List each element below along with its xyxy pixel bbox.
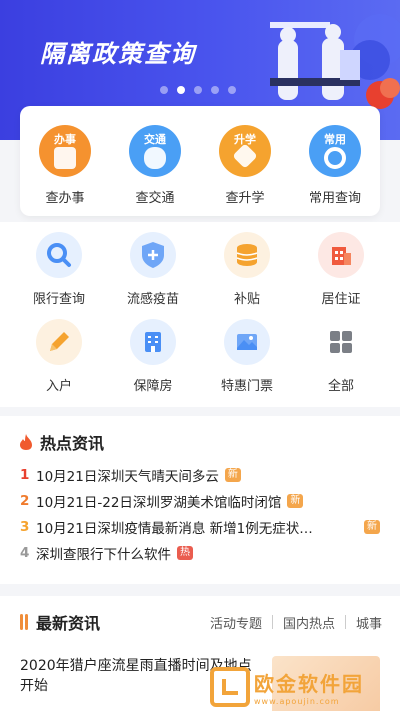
banner-title: 隔离政策查询: [40, 40, 196, 68]
service-residence-permit[interactable]: 居住证: [301, 232, 381, 307]
hot-news-section: 热点资讯 1 10月21日深圳天气晴天间多云新 2 10月21日-22日深圳罗湖美术馆…: [0, 416, 400, 584]
tile-tag: 办事: [54, 133, 76, 146]
hot-news-text: 10月21日-22日深圳罗湖美术馆临时闭馆: [36, 495, 282, 511]
apartment-icon: [130, 319, 176, 365]
tile-tag: 交通: [144, 133, 166, 146]
quick-tile-label: 常用查询: [308, 191, 361, 206]
service-affordable-housing[interactable]: 保障房: [113, 319, 193, 394]
book-stack-icon: 升学: [219, 125, 271, 177]
tab-activity[interactable]: 活动专题: [210, 613, 262, 632]
service-discount-tickets[interactable]: 特惠门票: [207, 319, 287, 394]
hot-news-item[interactable]: 1 10月21日深圳天气晴天间多云新: [20, 462, 400, 488]
new-badge: 新: [364, 520, 380, 534]
flame-icon: [20, 434, 32, 450]
service-label: 全部: [327, 379, 354, 394]
carousel-dot[interactable]: [228, 86, 236, 94]
new-badge: 新: [224, 468, 241, 482]
service-flu-vaccine[interactable]: 流感疫苗: [113, 232, 193, 307]
latest-news-title: 最新资讯: [36, 614, 101, 633]
hot-news-text: 深圳查限行下什么软件: [36, 547, 171, 563]
hot-news-rank: 1: [20, 467, 30, 483]
hot-news-rank: 2: [20, 493, 30, 509]
quick-tile-traffic[interactable]: 交通 查交通: [115, 125, 195, 216]
service-label: 流感疫苗: [126, 292, 179, 307]
medical-shield-icon: [130, 232, 176, 278]
document-icon: 办事: [39, 125, 91, 177]
grid-icon: [318, 319, 364, 365]
carousel-dot[interactable]: [160, 86, 168, 94]
hot-news-item[interactable]: 3 10月21日深圳疫情最新消息 新增1例无症状… 新: [20, 514, 400, 540]
hot-news-rank: 4: [20, 545, 30, 561]
service-label: 保障房: [133, 379, 173, 394]
carousel-indicator[interactable]: [160, 86, 236, 94]
service-subsidy[interactable]: 补贴: [207, 232, 287, 307]
service-traffic-restriction[interactable]: 限行查询: [19, 232, 99, 307]
hot-news-rank: 3: [20, 519, 30, 535]
carousel-dot[interactable]: [211, 86, 219, 94]
carousel-dot-active[interactable]: [177, 86, 185, 94]
quick-tile-label: 查办事: [45, 191, 85, 206]
service-label: 特惠门票: [220, 379, 273, 394]
quick-tile-common[interactable]: 常用 常用查询: [295, 125, 375, 216]
quick-tile-affairs[interactable]: 办事 查办事: [25, 125, 105, 216]
bus-icon: 交通: [129, 125, 181, 177]
watermark-text: 欧金软件园: [254, 671, 364, 696]
hot-news-item[interactable]: 4 深圳查限行下什么软件热: [20, 540, 400, 566]
service-label: 入户: [45, 379, 72, 394]
building-icon: [318, 232, 364, 278]
quick-tile-school[interactable]: 升学 查升学: [205, 125, 285, 216]
service-all[interactable]: 全部: [301, 319, 381, 394]
watermark-logo: 欧金软件园 www.apoujin.com: [210, 662, 400, 711]
service-grid: 限行查询 流感疫苗 补贴 居住证 入户 保障房 特惠门票 全部: [0, 222, 400, 407]
quick-tile-label: 查升学: [225, 191, 265, 206]
latest-tabs: 活动专题 国内热点 城事: [210, 613, 400, 632]
service-label: 限行查询: [32, 292, 85, 307]
tab-city[interactable]: 城事: [356, 613, 382, 632]
tile-tag: 常用: [324, 133, 346, 146]
picture-icon: [224, 319, 270, 365]
pencil-icon: [36, 319, 82, 365]
hot-news-text: 10月21日深圳天气晴天间多云: [36, 469, 219, 485]
hot-news-title: 热点资讯: [40, 434, 105, 453]
watermark-url: www.apoujin.com: [254, 696, 340, 706]
hot-news-item[interactable]: 2 10月21日-22日深圳罗湖美术馆临时闭馆新: [20, 488, 400, 514]
coins-icon: [224, 232, 270, 278]
service-label: 居住证: [321, 292, 361, 307]
quick-query-card: 办事 查办事 交通 查交通 升学 查升学 常用 常用查询: [20, 106, 380, 216]
quick-tile-label: 查交通: [135, 191, 175, 206]
carousel-dot[interactable]: [194, 86, 202, 94]
hot-badge: 热: [177, 546, 193, 560]
tab-domestic[interactable]: 国内热点: [283, 613, 335, 632]
new-badge: 新: [287, 494, 304, 508]
search-icon: 常用: [309, 125, 361, 177]
service-label: 补贴: [233, 292, 260, 307]
hot-news-text: 10月21日深圳疫情最新消息 新增1例无症状…: [36, 521, 313, 537]
service-household-registration[interactable]: 入户: [19, 319, 99, 394]
search-icon: [36, 232, 82, 278]
